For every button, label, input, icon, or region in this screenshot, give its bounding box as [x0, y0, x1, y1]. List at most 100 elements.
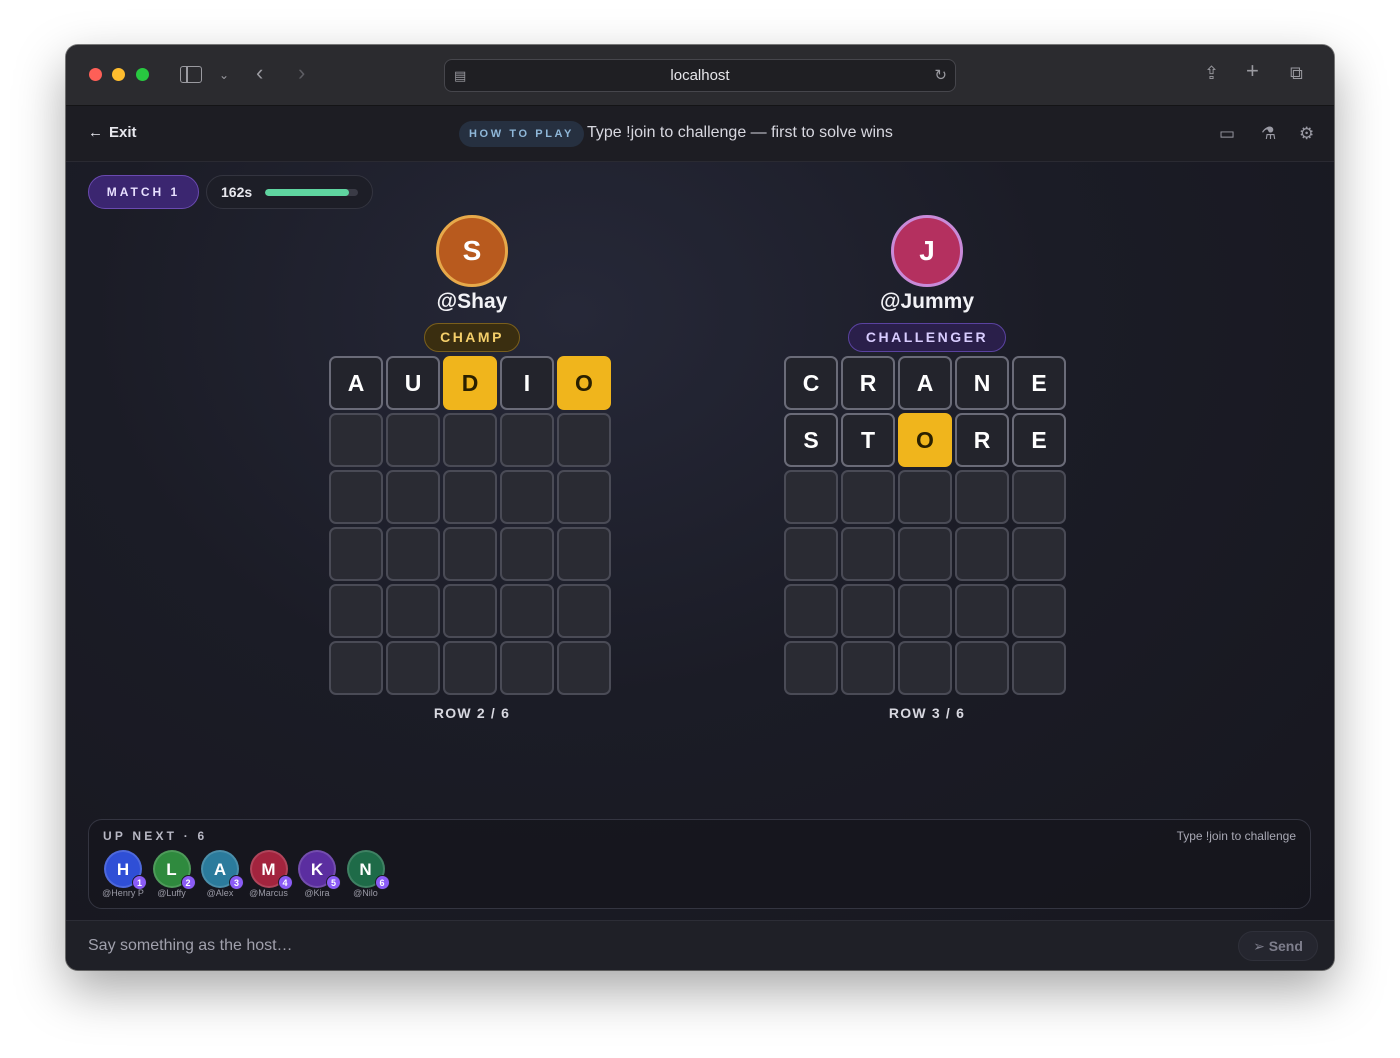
gear-icon[interactable]: ⚙ [1299, 124, 1314, 144]
letter-tile [443, 527, 497, 581]
browser-window: ⌄ ‹ › ▤ localhost ↻ ⇪ + ⧉ ← Exit HOW TO P… [66, 45, 1334, 970]
letter-tile [443, 584, 497, 638]
forward-icon[interactable]: › [298, 62, 305, 84]
letter-tile [500, 641, 554, 695]
tab-overview-icon[interactable]: ⧉ [1290, 64, 1303, 82]
letter-tile [557, 470, 611, 524]
row-progress-label: ROW 3 / 6 [888, 705, 966, 721]
page-settings-icon[interactable]: ▤ [454, 60, 466, 91]
how-to-play-badge: HOW TO PLAY [459, 121, 584, 147]
timer-progress-fill [265, 189, 349, 196]
reload-icon[interactable]: ↻ [934, 60, 947, 91]
up-next-hint: Type !join to challenge [1176, 829, 1296, 843]
letter-tile [841, 470, 895, 524]
letter-tile [329, 527, 383, 581]
letter-tile [1012, 470, 1066, 524]
up-next-panel: UP NEXT · 6 Type !join to challenge H 1 @H… [88, 819, 1311, 909]
letter-tile [500, 470, 554, 524]
letter-tile [386, 584, 440, 638]
letter-tile [443, 470, 497, 524]
how-to-play-text: Type !join to challenge — first to solve… [587, 124, 893, 141]
letter-tile [329, 470, 383, 524]
letter-tile [329, 641, 383, 695]
letter-tile [841, 641, 895, 695]
host-message-input[interactable] [88, 933, 1188, 959]
player-handle: @Jummy [879, 290, 974, 313]
letter-tile [329, 413, 383, 467]
letter-tile: U [386, 356, 440, 410]
letter-tile: A [329, 356, 383, 410]
letter-tile [898, 584, 952, 638]
letter-tile [898, 641, 952, 695]
letter-tile [955, 470, 1009, 524]
letter-tile: C [784, 356, 838, 410]
share-icon[interactable]: ⇪ [1204, 64, 1219, 82]
arrow-left-icon: ← [88, 124, 103, 141]
letter-tile [841, 527, 895, 581]
zoom-window-button[interactable] [136, 68, 149, 81]
minimize-window-button[interactable] [112, 68, 125, 81]
chevron-down-icon[interactable]: ⌄ [219, 66, 229, 84]
letter-tile: N [955, 356, 1009, 410]
letter-tile [386, 641, 440, 695]
letter-tile [784, 527, 838, 581]
letter-tile: R [955, 413, 1009, 467]
letter-tile [955, 641, 1009, 695]
letter-tile [557, 584, 611, 638]
letter-tile [557, 641, 611, 695]
app-header: ← Exit HOW TO PLAY Type !join to challeng… [66, 106, 1334, 162]
send-label: Send [1268, 938, 1303, 954]
letter-tile [500, 413, 554, 467]
player-role-badge: CHALLENGER [848, 323, 1006, 352]
letter-tile [955, 584, 1009, 638]
player-avatar: S [436, 215, 508, 287]
close-window-button[interactable] [89, 68, 102, 81]
exit-button[interactable]: ← Exit [88, 124, 137, 141]
letter-tile [1012, 527, 1066, 581]
letter-tile [443, 413, 497, 467]
letter-tile [386, 413, 440, 467]
letter-tile [898, 470, 952, 524]
up-next-title: UP NEXT · 6 [103, 829, 208, 843]
letter-tile: A [898, 356, 952, 410]
letter-tile: D [443, 356, 497, 410]
timer: 162s [206, 175, 373, 209]
display-icon[interactable]: ▭ [1219, 124, 1235, 144]
letter-tile [443, 641, 497, 695]
url-text: localhost [670, 67, 730, 84]
letter-tile [1012, 584, 1066, 638]
new-tab-icon[interactable]: + [1246, 60, 1259, 82]
chat-bar: ➢ Send [66, 920, 1334, 970]
letter-tile [841, 584, 895, 638]
letter-tile [784, 641, 838, 695]
exit-label: Exit [109, 124, 137, 141]
flask-icon[interactable]: ⚗ [1261, 124, 1276, 144]
letter-tile [500, 527, 554, 581]
letter-tile [955, 527, 1009, 581]
letter-tile: T [841, 413, 895, 467]
browser-toolbar: ⌄ ‹ › ▤ localhost ↻ ⇪ + ⧉ [66, 45, 1334, 106]
send-button[interactable]: ➢ Send [1238, 931, 1318, 961]
letter-tile [898, 527, 952, 581]
send-icon: ➢ [1253, 938, 1265, 954]
letter-tile: E [1012, 356, 1066, 410]
letter-tile [500, 584, 554, 638]
letter-tile [329, 584, 383, 638]
queue-item[interactable]: N 6 @Nilo [342, 850, 392, 898]
letter-tile [557, 413, 611, 467]
letter-tile [784, 470, 838, 524]
letter-tile [386, 470, 440, 524]
letter-tile: I [500, 356, 554, 410]
player-role-badge: CHAMP [424, 323, 520, 352]
back-icon[interactable]: ‹ [256, 62, 263, 84]
match-badge: MATCH 1 [88, 175, 199, 209]
letter-tile: O [898, 413, 952, 467]
sidebar-toggle-icon[interactable] [180, 66, 202, 83]
timer-progress-track [265, 189, 358, 196]
player-avatar: J [891, 215, 963, 287]
letter-tile [386, 527, 440, 581]
letter-tile: R [841, 356, 895, 410]
letter-tile: S [784, 413, 838, 467]
address-bar[interactable]: ▤ localhost ↻ [444, 59, 956, 92]
letter-tile [1012, 641, 1066, 695]
